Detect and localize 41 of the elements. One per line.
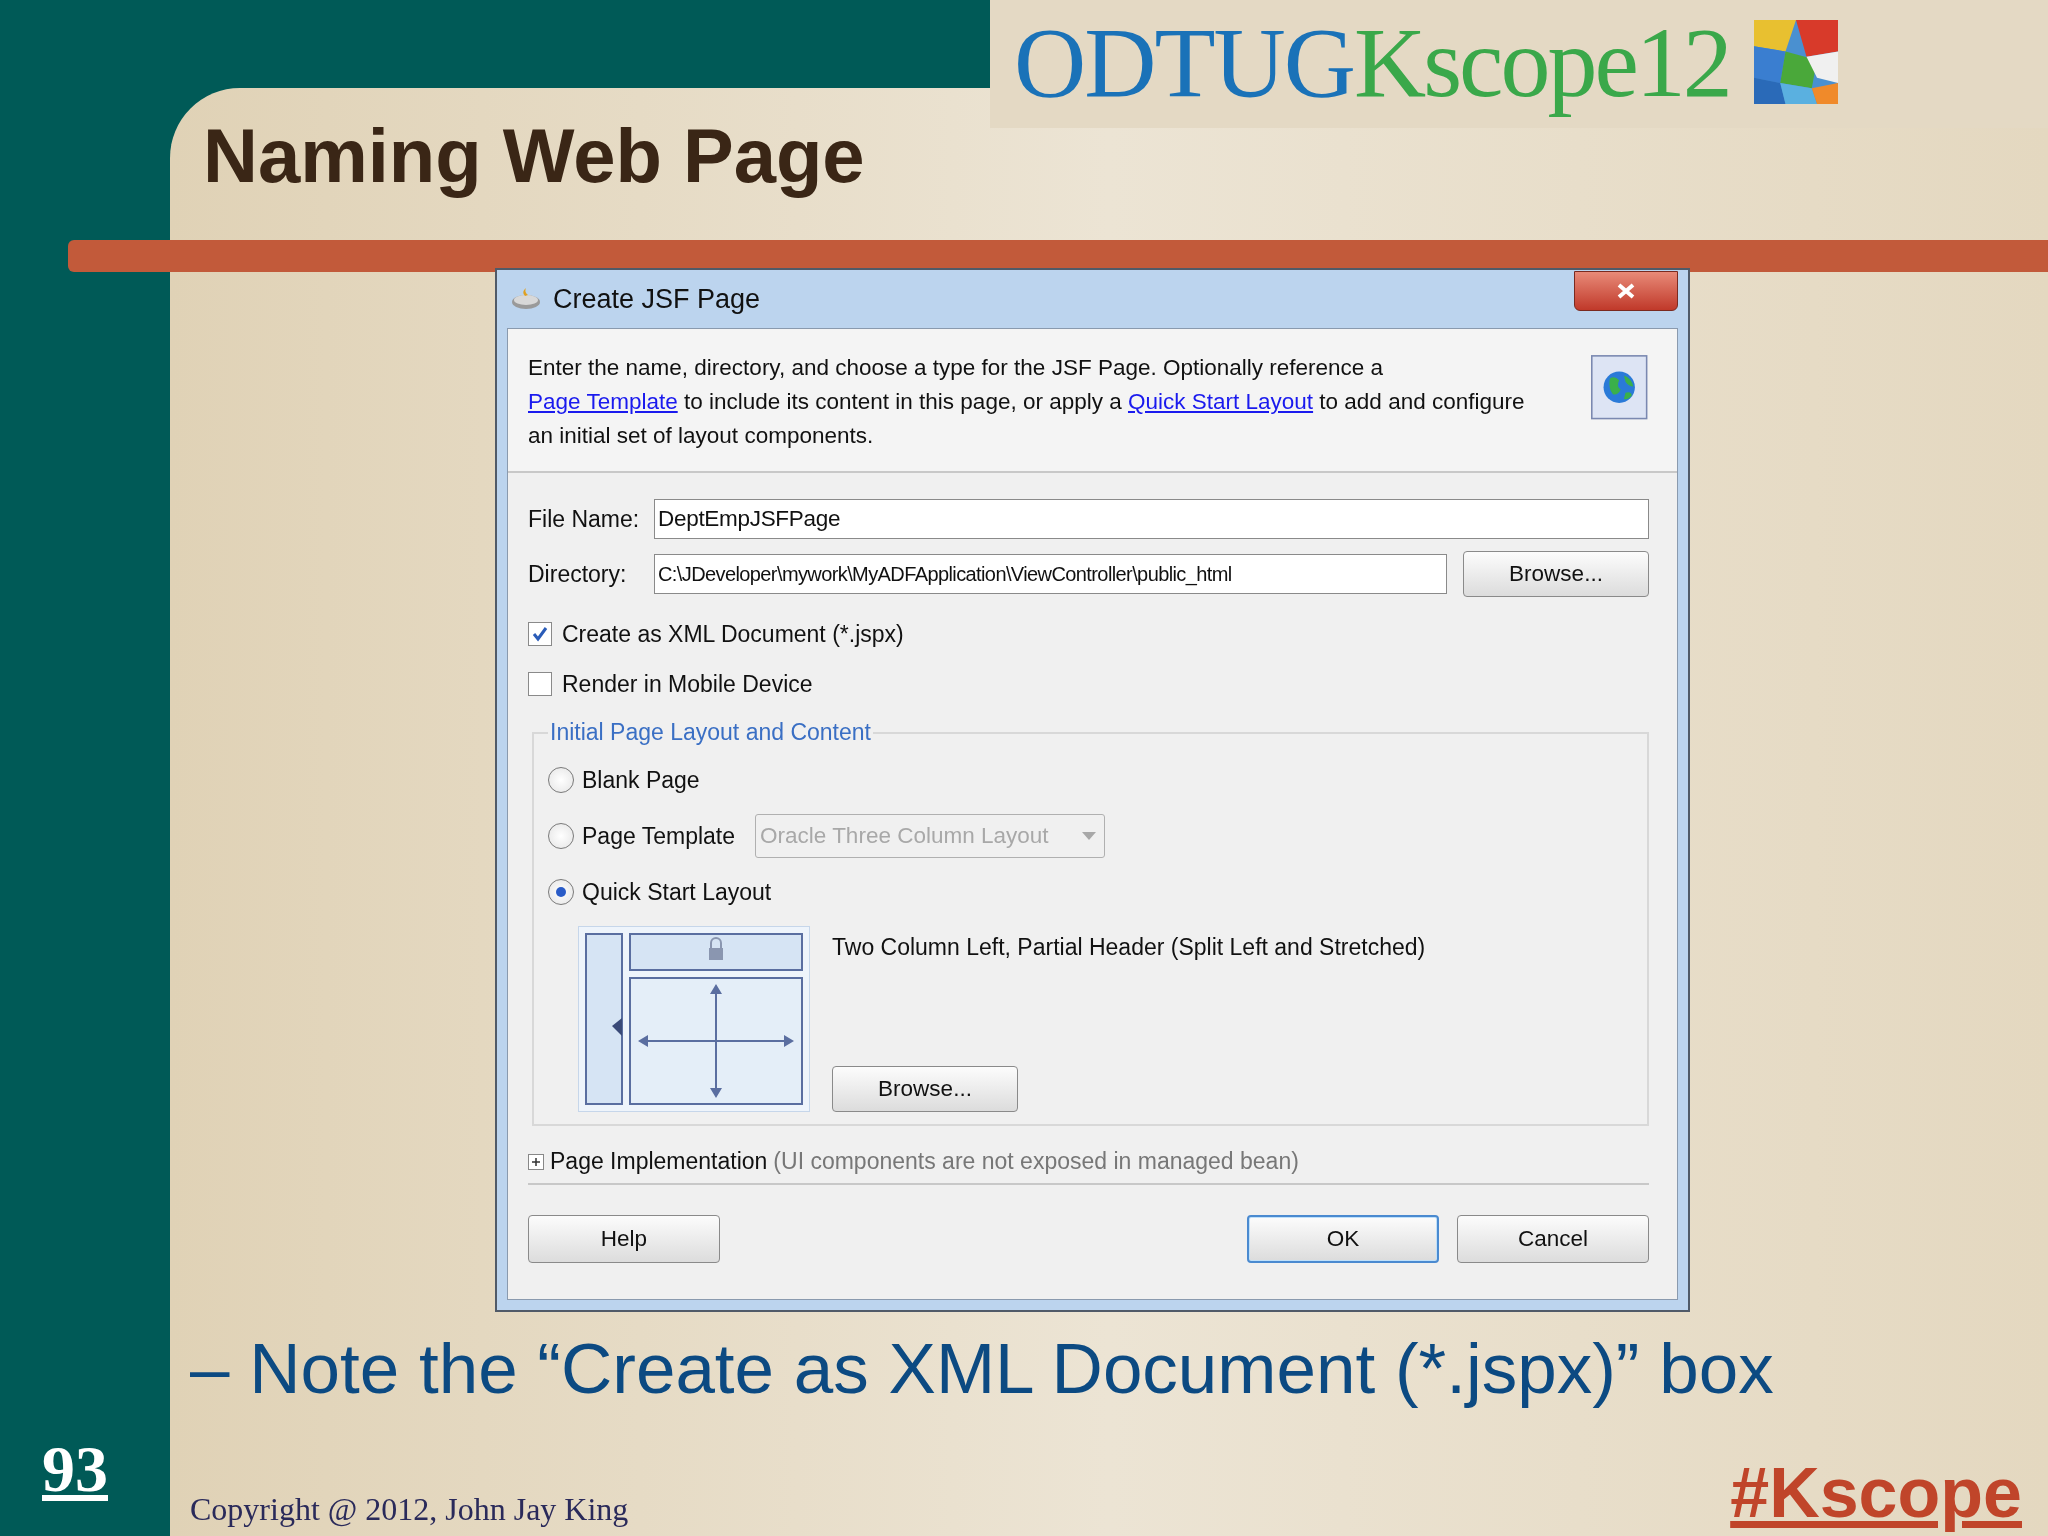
- directory-field[interactable]: C:\JDeveloper\mywork\MyADFApplication\ViewController\public_html: [654, 554, 1447, 594]
- checkbox-label: Render in Mobile Device: [562, 670, 813, 698]
- browse-button[interactable]: Browse...: [832, 1066, 1018, 1112]
- close-button[interactable]: [1574, 271, 1678, 311]
- logo-text: Kscope12: [1353, 8, 1730, 118]
- copyright-text: Copyright @ 2012, John Jay King: [190, 1491, 629, 1528]
- checkbox[interactable]: [528, 672, 552, 696]
- expand-icon[interactable]: [528, 1153, 544, 1170]
- logo-text: ODTUG: [1014, 8, 1354, 118]
- field-label: File Name:: [528, 505, 641, 533]
- window-title: Create JSF Page: [553, 283, 761, 315]
- section-label: Page Implementation: [550, 1148, 768, 1175]
- radio-button[interactable]: [548, 879, 574, 905]
- radio-button[interactable]: [548, 823, 574, 849]
- cup-icon: [511, 287, 541, 311]
- close-icon: [1616, 283, 1636, 299]
- dialog-button[interactable]: Help: [528, 1215, 720, 1263]
- group-legend: Initial Page Layout and Content: [548, 719, 873, 746]
- link[interactable]: Quick Start Layout: [1128, 389, 1314, 414]
- bullet-text: – Note the “Create as XML Document (*.jspx)” box: [190, 1330, 1775, 1409]
- slide-title: Naming Web Page: [203, 118, 866, 200]
- globe-icon: [1591, 355, 1649, 421]
- browse-button[interactable]: Browse...: [1463, 551, 1649, 597]
- dialog-button[interactable]: Cancel: [1457, 1215, 1649, 1263]
- dialog-button[interactable]: OK: [1247, 1215, 1439, 1263]
- caret-icon: [1082, 832, 1096, 840]
- radio-label: Quick Start Layout: [582, 878, 772, 906]
- layout-name: Two Column Left, Partial Header (Split Left and Stretched): [832, 934, 1426, 961]
- field-label: Directory:: [528, 560, 628, 588]
- radio-label: Blank Page: [582, 766, 700, 794]
- section-note: (UI components are not exposed in managed bean): [773, 1148, 1299, 1175]
- checkbox-label: Create as XML Document (*.jspx): [562, 620, 904, 648]
- file-name-field[interactable]: DeptEmpJSFPage: [654, 499, 1649, 539]
- description-text: Enter the name, directory, and choose a type for the JSF Page. Optionally reference a Page Template to include its content in this page, or apply a Quick Start Layout to add and configure an initial set of layout components.: [528, 354, 1526, 450]
- radio-label: Page Template: [582, 822, 735, 850]
- link[interactable]: Page Template: [528, 389, 678, 414]
- checkbox[interactable]: [528, 622, 552, 646]
- page-number: 93: [42, 1436, 108, 1502]
- radio-button[interactable]: [548, 767, 574, 793]
- logo-icon: [1753, 20, 1838, 104]
- check-icon: [530, 624, 550, 644]
